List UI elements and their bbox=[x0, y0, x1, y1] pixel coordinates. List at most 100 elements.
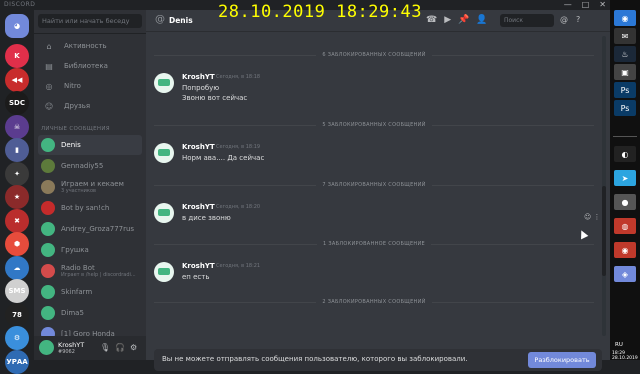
app-glyph: ▣ bbox=[621, 67, 629, 77]
dm-item[interactable]: Denis bbox=[38, 135, 142, 155]
nav-item-friends[interactable]: ☺ Друзья bbox=[38, 97, 142, 115]
blocked-messages-divider[interactable]: 5 ЗАБЛОКИРОВАННЫХ СООБЩЕНИЙ bbox=[154, 120, 595, 130]
dm-item[interactable]: Andrey_Groza777rus bbox=[38, 219, 142, 239]
app-glyph: Ps bbox=[620, 85, 630, 95]
video-call-icon[interactable]: ▶ bbox=[444, 15, 451, 25]
message-timestamp: Сегодня, в 18:21 bbox=[216, 263, 261, 269]
server-icon[interactable]: УРАА bbox=[5, 349, 29, 374]
taskbar-app-icon[interactable]: ◈ bbox=[614, 266, 636, 282]
nav-item-nitro[interactable]: ◎ Nitro bbox=[38, 77, 142, 95]
dm-item[interactable]: Играем и кекаем 3 участников bbox=[38, 177, 142, 197]
taskbar-app-icon[interactable]: ◍ bbox=[614, 218, 636, 234]
taskbar-app-icon[interactable]: ◉ bbox=[614, 10, 636, 26]
divider-line bbox=[431, 184, 595, 186]
avatar[interactable] bbox=[154, 73, 174, 93]
home-button[interactable]: ◕ bbox=[5, 14, 29, 38]
server-icon-label: ☠ bbox=[13, 122, 21, 131]
window-controls: — □ ✕ bbox=[564, 0, 606, 9]
blocked-messages-divider[interactable]: 1 ЗАБЛОКИРОВАННОЕ СООБЩЕНИЕ bbox=[154, 239, 594, 249]
unblock-button[interactable]: Разблокировать bbox=[528, 352, 596, 368]
close-button[interactable]: ✕ bbox=[599, 0, 606, 9]
server-icon[interactable]: ★ bbox=[5, 185, 29, 209]
avatar bbox=[41, 243, 55, 257]
blocked-count-label: 6 ЗАБЛОКИРОВАННЫХ СООБЩЕНИЙ bbox=[322, 52, 426, 58]
taskbar-app-icon[interactable]: ▣ bbox=[614, 64, 636, 80]
headphones-icon[interactable]: 🎧 bbox=[115, 343, 125, 352]
divider-line bbox=[431, 54, 595, 56]
dm-item[interactable]: Gennadiy55 bbox=[38, 156, 142, 176]
taskbar-app-icon[interactable]: ◐ bbox=[614, 146, 636, 162]
server-icon[interactable]: ✖ bbox=[5, 208, 29, 233]
nav-item-activity[interactable]: ⌂ Активность bbox=[38, 37, 142, 55]
taskbar-app-icon[interactable]: ➤ bbox=[614, 170, 636, 186]
taskbar-app-icon[interactable]: ♨ bbox=[614, 46, 636, 62]
server-icon[interactable]: 78 bbox=[5, 302, 29, 327]
taskbar-app-icon[interactable]: ● bbox=[614, 194, 636, 210]
server-icon[interactable]: ✦ bbox=[5, 161, 29, 186]
taskbar-app-icon[interactable]: Ps bbox=[614, 100, 636, 116]
header-actions: ☎ ▶ 📌 👤 bbox=[426, 15, 488, 25]
dm-item[interactable]: Skinfarm bbox=[38, 282, 142, 302]
app-glyph: Ps bbox=[620, 103, 630, 113]
server-icon[interactable]: SMS bbox=[5, 279, 29, 303]
friends-icon: ☺ bbox=[44, 101, 54, 111]
server-icon-label: ✖ bbox=[14, 216, 20, 225]
settings-gear-icon[interactable]: ⚙ bbox=[130, 343, 137, 352]
mentions-icon[interactable]: @ bbox=[560, 15, 568, 24]
taskbar-app-icon[interactable]: ✉ bbox=[614, 28, 636, 44]
taskbar-app-icon[interactable]: Ps bbox=[614, 82, 636, 98]
language-indicator[interactable]: RU bbox=[615, 342, 623, 348]
server-icon[interactable]: ☠ bbox=[5, 114, 29, 139]
maximize-button[interactable]: □ bbox=[582, 0, 590, 9]
dm-search-input[interactable]: Найти или начать беседу bbox=[38, 14, 142, 28]
message-group[interactable]: KroshYT Сегодня, в 18:20 в дисе звоню bbox=[154, 203, 594, 227]
server-icon[interactable]: ⚙ bbox=[5, 326, 29, 350]
server-icon[interactable]: SDC bbox=[5, 91, 29, 115]
message-author[interactable]: KroshYT bbox=[182, 203, 215, 211]
blocked-messages-divider[interactable]: 7 ЗАБЛОКИРОВАННЫХ СООБЩЕНИЙ bbox=[154, 180, 595, 190]
dm-item[interactable]: Грушка bbox=[38, 240, 142, 260]
server-icon[interactable]: K bbox=[5, 44, 29, 68]
server-icon[interactable]: ◀◀ bbox=[5, 67, 29, 92]
dm-item[interactable]: Dima5 bbox=[38, 303, 142, 323]
chat-scrollbar[interactable] bbox=[602, 36, 606, 336]
user-tag: #9062 bbox=[58, 349, 75, 355]
avatar bbox=[41, 306, 55, 320]
avatar[interactable] bbox=[154, 143, 174, 163]
message-group[interactable]: KroshYT Сегодня, в 18:18 Попробую Звоню вот… bbox=[154, 73, 594, 107]
avatar[interactable] bbox=[39, 340, 54, 355]
activity-icon: ⌂ bbox=[46, 41, 52, 51]
voice-call-icon[interactable]: ☎ bbox=[426, 15, 437, 25]
blocked-messages-divider[interactable]: 6 ЗАБЛОКИРОВАННЫХ СООБЩЕНИЙ bbox=[154, 50, 595, 60]
message-author[interactable]: KroshYT bbox=[182, 262, 215, 270]
mute-mic-icon[interactable]: 🎙 bbox=[100, 343, 110, 352]
message-actions[interactable]: ☺ ⋮ bbox=[584, 213, 601, 221]
add-friend-icon[interactable]: 👤 bbox=[476, 15, 487, 25]
message-group[interactable]: KroshYT Сегодня, в 18:19 Норм ава.... Да с… bbox=[154, 143, 594, 167]
dm-item[interactable]: Radio Bot Играет в /help | discordradi... bbox=[38, 261, 142, 281]
server-icon[interactable]: ☁ bbox=[5, 255, 29, 280]
message-group[interactable]: KroshYT Сегодня, в 18:21 еп есть bbox=[154, 262, 594, 286]
server-icon[interactable]: ▮ bbox=[5, 138, 29, 162]
blocked-messages-divider[interactable]: 2 ЗАБЛОКИРОВАННЫХ СООБЩЕНИЙ bbox=[154, 297, 595, 307]
scroll-thumb[interactable] bbox=[602, 186, 606, 276]
nav-item-library[interactable]: ▤ Библиотека bbox=[38, 57, 142, 75]
app-glyph: ◐ bbox=[621, 149, 629, 159]
dm-name: Skinfarm bbox=[61, 288, 93, 296]
avatar[interactable] bbox=[154, 203, 174, 223]
message-author[interactable]: KroshYT bbox=[182, 143, 215, 151]
pin-icon[interactable]: 📌 bbox=[458, 15, 469, 25]
app-glyph: ◈ bbox=[621, 269, 629, 279]
dm-item[interactable]: Bot by san!ch bbox=[38, 198, 142, 218]
help-icon[interactable]: ? bbox=[576, 15, 580, 24]
message-author[interactable]: KroshYT bbox=[182, 73, 215, 81]
avatar[interactable] bbox=[154, 262, 174, 282]
chat-search-input[interactable]: Поиск bbox=[500, 14, 554, 27]
server-icon[interactable]: ⬢ bbox=[5, 232, 29, 256]
avatar bbox=[41, 159, 55, 173]
dm-subtitle: 3 участников bbox=[61, 188, 96, 194]
server-icon-label: SDC bbox=[9, 99, 25, 107]
taskbar-app-icon[interactable]: ◉ bbox=[614, 242, 636, 258]
header-right-actions: @ ? bbox=[560, 15, 580, 24]
minimize-button[interactable]: — bbox=[564, 0, 572, 9]
